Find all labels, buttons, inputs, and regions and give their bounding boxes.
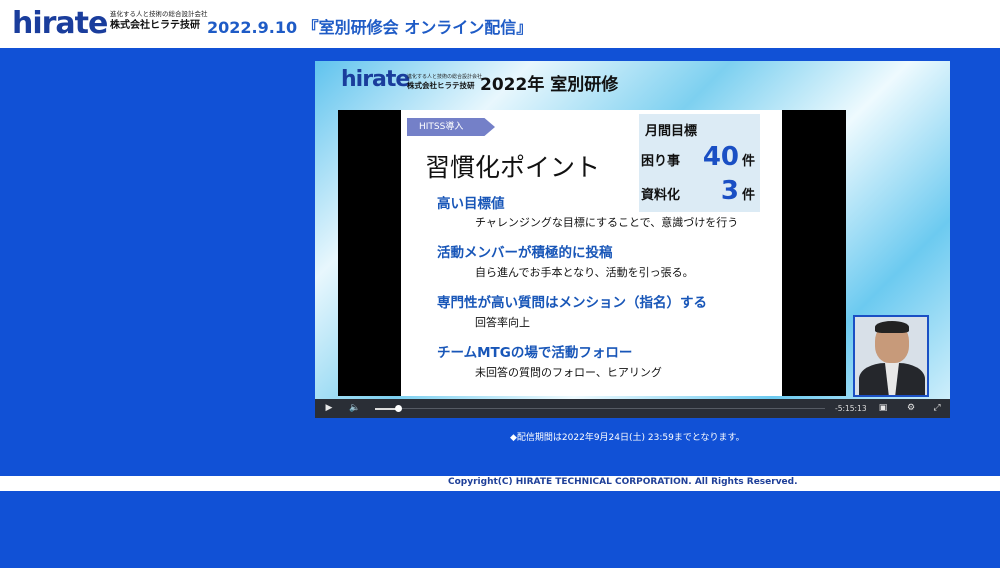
goal-title: 月間目標 <box>645 124 698 139</box>
goal-label: 資料化 <box>641 188 681 203</box>
logo-subtitle: 進化する人と技術の総合設計会社 株式会社ヒラテ技研 <box>110 10 210 32</box>
slide-tag: HITSS導入 <box>407 118 495 136</box>
monthly-goal-box: 月間目標 困り事 40 件 資料化 3 件 <box>639 114 760 212</box>
copyright-text: Copyright(C) HIRATE TECHNICAL CORPORATIO… <box>448 477 798 487</box>
point-title: 活動メンバーが積極的に投稿 <box>437 245 613 261</box>
slide-logo-subtitle: 進化する人と技術の総合設計会社 株式会社ヒラテ技研 <box>407 74 483 91</box>
picture-in-picture-icon[interactable]: ▣ <box>875 399 891 418</box>
goal-unit: 件 <box>742 154 756 169</box>
progress-bar[interactable] <box>402 408 825 409</box>
logo-tagline: 進化する人と技術の総合設計会社 <box>110 10 208 18</box>
goal-unit: 件 <box>742 188 756 203</box>
letterbox-left <box>338 110 401 396</box>
slide-heading: 2022年 室別研修 <box>480 75 619 95</box>
goal-value: 40 <box>702 142 739 172</box>
site-footer: Copyright(C) HIRATE TECHNICAL CORPORATIO… <box>0 476 1000 491</box>
presenter-webcam <box>853 315 929 397</box>
goal-label: 困り事 <box>641 154 681 169</box>
logo-company: 株式会社ヒラテ技研 <box>110 20 200 31</box>
goal-row: 資料化 3 件 <box>641 176 755 206</box>
player-controls: ▶ 🔈 -5:15:13 ▣ ⚙ ⤢ <box>315 399 950 418</box>
page-title: 2022.9.10 『室別研修会 オンライン配信』 <box>207 18 533 37</box>
point-title: 専門性が高い質問はメンション（指名）する <box>437 295 707 311</box>
goal-row: 困り事 40 件 <box>641 142 755 172</box>
point-description: 自ら進んでお手本となり、活動を引っ張る。 <box>475 266 694 279</box>
point-title: チームMTGの場で活動フォロー <box>437 345 633 361</box>
video-player[interactable]: hirate 進化する人と技術の総合設計会社 株式会社ヒラテ技研 2022年 室… <box>315 61 950 418</box>
point-description: 未回答の質問のフォロー、ヒアリング <box>475 366 662 379</box>
remaining-time: -5:15:13 <box>835 404 867 413</box>
goal-value: 3 <box>720 176 739 206</box>
fullscreen-icon[interactable]: ⤢ <box>929 399 945 418</box>
progress-handle[interactable] <box>395 405 402 412</box>
distribution-period-note: ◆配信期間は2022年9月24日(土) 23:59までとなります。 <box>510 433 745 443</box>
point-title: 高い目標値 <box>437 196 505 212</box>
slide-logo-company: 株式会社ヒラテ技研 <box>407 81 475 90</box>
volume-icon[interactable]: 🔈 <box>347 399 363 418</box>
site-header: hirate 進化する人と技術の総合設計会社 株式会社ヒラテ技研 2022.9.… <box>0 0 1000 48</box>
presenter-hair <box>875 321 909 333</box>
slide-hirate-logo: hirate <box>341 67 410 92</box>
presentation-slide: HITSS導入 習慣化ポイント 月間目標 困り事 40 件 資料化 3 件 高い… <box>401 110 782 396</box>
slide-title: 習慣化ポイント <box>425 153 601 182</box>
settings-icon[interactable]: ⚙ <box>903 399 919 418</box>
point-description: 回答率向上 <box>475 316 530 329</box>
hirate-logo[interactable]: hirate <box>12 6 108 41</box>
letterbox-right <box>782 110 846 396</box>
slide-logo-tagline: 進化する人と技術の総合設計会社 <box>407 74 483 80</box>
play-icon[interactable]: ▶ <box>321 399 337 418</box>
point-description: チャレンジングな目標にすることで、意識づけを行う <box>475 216 739 229</box>
